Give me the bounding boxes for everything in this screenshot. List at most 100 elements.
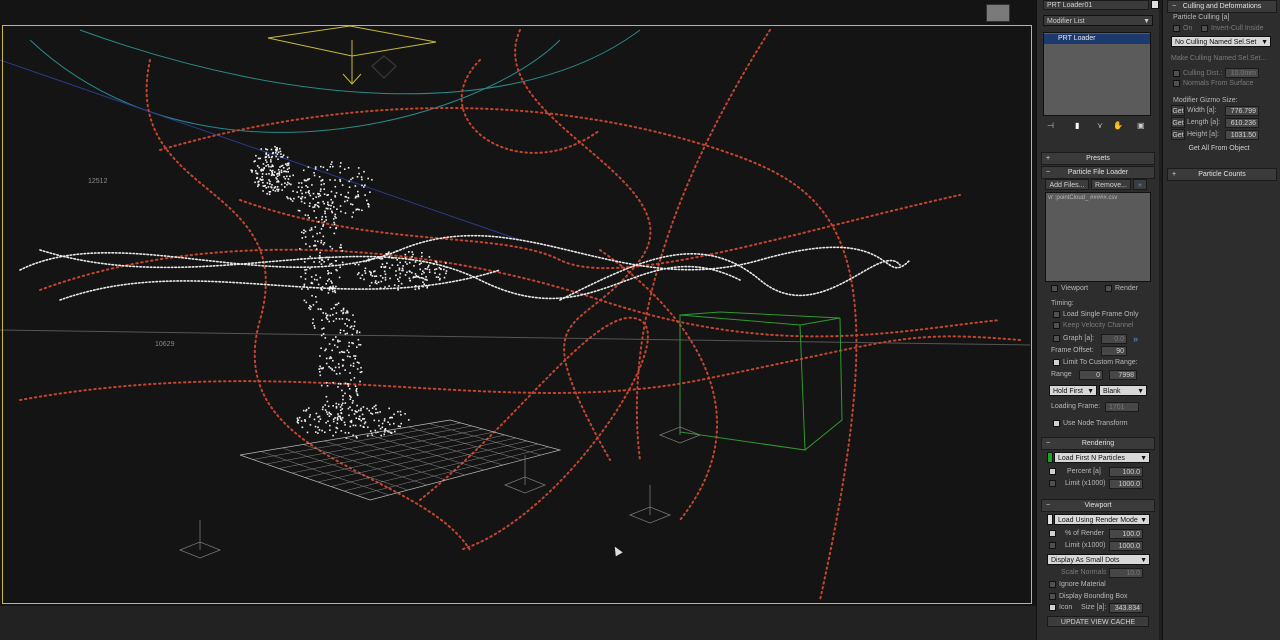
limit-custom-range-checkbox[interactable] [1053,359,1060,366]
pct-render-field[interactable]: 100.0 [1109,529,1143,539]
height-field[interactable]: 1031.50 [1225,130,1259,140]
file-loader-header-label: Particle File Loader [1067,169,1129,176]
hold-first-label: Hold First [1053,388,1083,395]
ignore-material-label: Ignore Material [1059,581,1106,588]
invert-cull-label: Invert-Cull Inside [1211,25,1264,32]
viewport-checkbox[interactable] [1051,285,1058,292]
load-single-frame-label: Load Single Frame Only [1063,311,1139,318]
culling-header-label: Culling and Deformations [1182,3,1262,10]
get-length-button[interactable]: Get [1171,117,1185,128]
chevron-down-icon: ▼ [1140,557,1147,564]
file-loader-rollout-header[interactable]: − Particle File Loader [1041,166,1155,179]
get-height-button[interactable]: Get [1171,129,1185,140]
collapse-icon: − [1172,3,1177,10]
presets-header-label: Presets [1086,155,1110,162]
modifier-list-label: Modifier List [1047,18,1085,25]
display-mode-label: Display As Small Dots [1051,557,1120,564]
render-checkbox-label: Render [1115,285,1138,292]
presets-rollout-header[interactable]: + Presets [1041,152,1155,165]
graph-checkbox[interactable] [1053,335,1060,342]
load-using-render-dropdown[interactable]: Load Using Render Mode ▼ [1054,514,1150,525]
pin-stack-icon[interactable]: ⊣ [1047,121,1054,130]
width-field[interactable]: 776.799 [1225,106,1259,116]
culling-dist-checkbox[interactable] [1173,70,1180,77]
use-node-transform-checkbox[interactable] [1053,420,1060,427]
modifier-list-dropdown[interactable]: Modifier List ▼ [1043,15,1153,26]
no-culling-dropdown[interactable]: No Culling Named Sel.Set ▼ [1171,36,1271,47]
scale-normals-field: 10.0 [1109,568,1143,578]
remove-files-button[interactable]: Remove... [1091,179,1131,190]
percent-checkbox[interactable] [1049,468,1056,475]
load-first-n-dropdown[interactable]: Load First N Particles ▼ [1054,452,1150,463]
viewcube-icon[interactable] [986,4,1010,22]
ignore-material-checkbox[interactable] [1049,581,1056,588]
size-field[interactable]: 343.834 [1109,603,1143,613]
chevron-down-icon: ▼ [1140,517,1147,524]
icon-checkbox[interactable] [1049,604,1056,611]
display-bbox-checkbox[interactable] [1049,593,1056,600]
viewport[interactable]: 12512 10629 [0,0,1036,606]
pct-render-checkbox[interactable] [1049,530,1056,537]
show-end-result-icon[interactable]: ▮ [1075,121,1079,130]
vlimit-field[interactable]: 1000.0 [1109,541,1143,551]
percent-field[interactable]: 100.0 [1109,467,1143,477]
graph-value-field[interactable]: 0.0 [1101,334,1127,344]
blank-dropdown[interactable]: Blank ▼ [1099,385,1147,396]
active-viewport-frame [2,25,1032,604]
render-checkbox[interactable] [1105,285,1112,292]
collapse-icon: − [1046,502,1051,509]
command-panel: PRT Loader01 Modifier List ▼ PRT Loader ⊣… [1036,0,1159,640]
collapse-icon: − [1046,169,1051,176]
chevron-down-icon: ▼ [1137,388,1144,395]
rendering-rollout-header[interactable]: − Rendering [1041,437,1155,450]
expand-icon: + [1046,155,1051,162]
configure-sets-icon[interactable]: ▣ [1137,121,1145,130]
blank-label: Blank [1103,388,1121,395]
update-view-cache-button[interactable]: UPDATE VIEW CACHE [1047,616,1149,627]
viewport-color-swatch[interactable] [1047,514,1053,525]
keep-velocity-checkbox[interactable] [1053,322,1060,329]
frame-offset-field[interactable]: 90 [1101,346,1127,356]
culling-dist-field: 10.0mm [1225,68,1259,78]
normals-from-surface-label: Normals From Surface [1183,80,1254,87]
modifier-stack[interactable] [1043,32,1151,116]
viewport-bottom-bar [0,606,1036,640]
keep-velocity-label: Keep Velocity Channel [1063,322,1134,329]
culling-panel: − Culling and Deformations Particle Culli… [1162,0,1280,640]
hold-first-dropdown[interactable]: Hold First ▼ [1049,385,1097,396]
collapse-icon: − [1046,440,1051,447]
vlimit-checkbox[interactable] [1049,542,1056,549]
make-culling-label[interactable]: Make Culling Named Sel.Set... [1171,53,1275,64]
viewport-label: 10629 [155,341,175,348]
limit-checkbox[interactable] [1049,480,1056,487]
normals-from-surface-checkbox[interactable] [1173,80,1180,87]
invert-cull-checkbox[interactable] [1201,25,1208,32]
graph-curve-icon[interactable]: » [1133,334,1153,345]
load-single-frame-checkbox[interactable] [1053,311,1060,318]
add-files-button[interactable]: Add Files... [1045,179,1089,190]
file-list-item[interactable]: vr :pointCloud_ #####.csv [1048,193,1153,204]
length-field[interactable]: 610.236 [1225,118,1259,128]
object-color-swatch[interactable] [1151,0,1159,9]
remove-modifier-icon[interactable]: ✋ [1113,121,1123,130]
get-all-from-object-button[interactable]: Get All From Object [1171,143,1267,154]
stack-toolbar: ⊣ ▮ ⋎ ✋ ▣ [1045,121,1149,131]
more-files-icon[interactable]: » [1133,179,1147,190]
particle-counts-rollout-header[interactable]: + Particle Counts [1167,168,1277,181]
viewport-rollout-header[interactable]: − Viewport [1041,499,1155,512]
file-list[interactable] [1045,192,1151,282]
stack-item-prt-loader[interactable]: PRT Loader [1044,34,1150,44]
chevron-down-icon: ▼ [1143,18,1150,25]
range-start-field[interactable]: 0 [1079,370,1103,380]
make-unique-icon[interactable]: ⋎ [1097,121,1103,130]
range-end-field[interactable]: 7998 [1109,370,1137,380]
viewport-header-label: Viewport [1084,502,1112,509]
cull-on-checkbox[interactable] [1173,25,1180,32]
get-width-button[interactable]: Get [1171,105,1185,116]
limit-field[interactable]: 1000.0 [1109,479,1143,489]
use-node-transform-label: Use Node Transform [1063,420,1128,427]
rendering-color-swatch[interactable] [1047,452,1053,463]
display-mode-dropdown[interactable]: Display As Small Dots ▼ [1047,554,1150,565]
rendering-header-label: Rendering [1081,440,1115,447]
object-name-field[interactable]: PRT Loader01 [1043,0,1149,10]
